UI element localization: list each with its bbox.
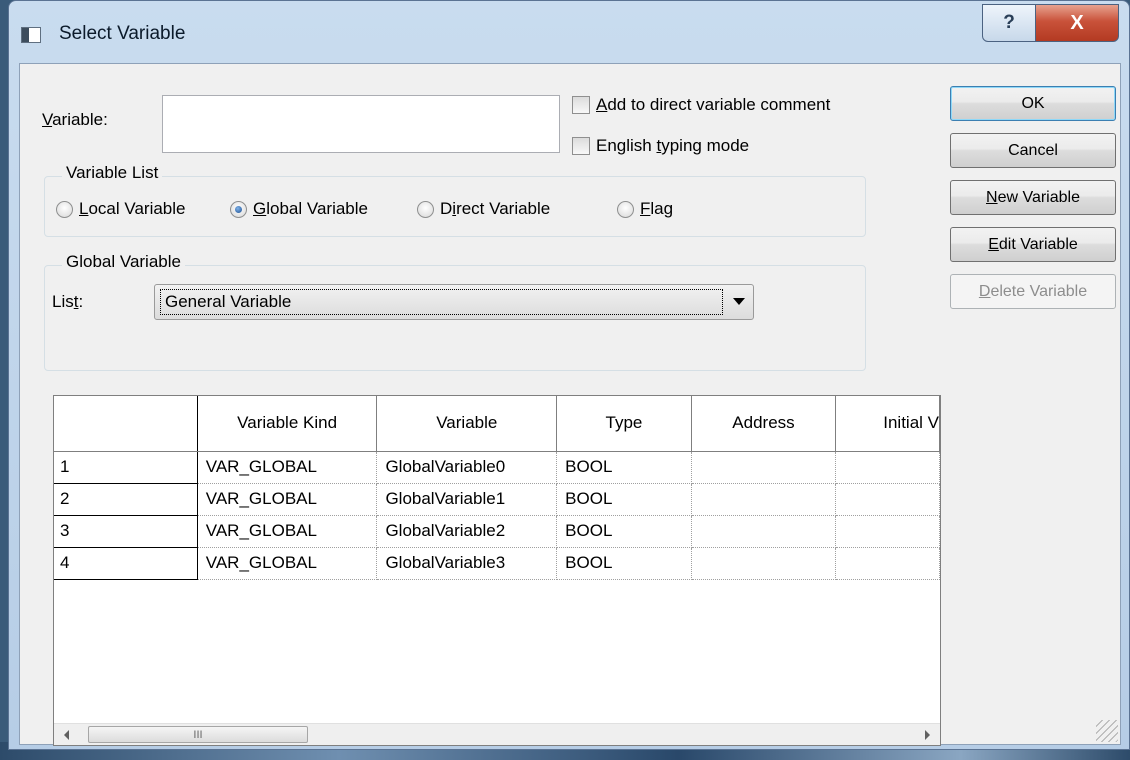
cell-initial-value[interactable] bbox=[835, 483, 940, 516]
table-header-row: Variable Kind Variable Type Address Init… bbox=[54, 396, 940, 452]
column-header-address[interactable]: Address bbox=[691, 396, 837, 452]
chevron-down-icon[interactable] bbox=[733, 298, 745, 305]
row-number[interactable]: 4 bbox=[54, 547, 198, 580]
window-title: Select Variable bbox=[59, 23, 186, 44]
cell-type[interactable]: BOOL bbox=[556, 483, 692, 516]
row-number[interactable]: 3 bbox=[54, 515, 198, 548]
variable-table: Variable Kind Variable Type Address Init… bbox=[54, 396, 940, 580]
delete-variable-button[interactable]: Delete Variable bbox=[950, 274, 1116, 309]
checkbox-label: English typing mode bbox=[596, 136, 750, 155]
table-row[interactable]: 2 VAR_GLOBAL GlobalVariable1 BOOL bbox=[54, 483, 940, 516]
table-row[interactable]: 3 VAR_GLOBAL GlobalVariable2 BOOL bbox=[54, 515, 940, 548]
scroll-thumb[interactable]: III bbox=[88, 726, 308, 743]
radio-dot[interactable] bbox=[617, 200, 634, 218]
variable-list-title: Variable List bbox=[62, 163, 163, 183]
table-row[interactable]: 1 VAR_GLOBAL GlobalVariable0 BOOL bbox=[54, 451, 940, 484]
select-variable-dialog: Select Variable ? X Variable: Add to dir… bbox=[8, 0, 1130, 750]
window-icon bbox=[21, 27, 41, 43]
corner-header[interactable] bbox=[54, 396, 198, 452]
list-label: List: bbox=[52, 292, 84, 311]
close-icon: X bbox=[1070, 11, 1084, 34]
resize-grip-icon[interactable] bbox=[1096, 720, 1118, 742]
cell-address[interactable] bbox=[691, 547, 837, 580]
variable-grid[interactable]: Variable Kind Variable Type Address Init… bbox=[53, 395, 941, 746]
scroll-left-arrow-icon[interactable] bbox=[64, 730, 69, 740]
row-number[interactable]: 2 bbox=[54, 483, 198, 516]
radio-dot[interactable] bbox=[417, 200, 434, 218]
table-row[interactable]: 4 VAR_GLOBAL GlobalVariable3 BOOL bbox=[54, 547, 940, 580]
cell-initial-value[interactable] bbox=[835, 515, 940, 548]
cell-address[interactable] bbox=[691, 483, 837, 516]
english-typing-checkbox[interactable]: English typing mode bbox=[572, 136, 749, 156]
radio-flag[interactable]: Flag bbox=[617, 199, 673, 219]
scroll-right-arrow-icon[interactable] bbox=[925, 730, 930, 740]
radio-dot-selected[interactable] bbox=[230, 200, 247, 218]
checkbox-label: Add to direct variable comment bbox=[596, 95, 831, 114]
column-header-type[interactable]: Type bbox=[556, 396, 692, 452]
radio-dot[interactable] bbox=[56, 200, 73, 218]
help-icon: ? bbox=[1003, 12, 1015, 33]
row-number[interactable]: 1 bbox=[54, 451, 198, 484]
variable-label: Variable: bbox=[42, 110, 108, 129]
dialog-body: Variable: Add to direct variable comment… bbox=[19, 63, 1121, 746]
ok-button[interactable]: OK bbox=[950, 86, 1116, 121]
title-bar[interactable]: Select Variable ? X bbox=[9, 1, 1129, 63]
edit-variable-button[interactable]: Edit Variable bbox=[950, 227, 1116, 262]
cancel-button[interactable]: Cancel bbox=[950, 133, 1116, 168]
cell-type[interactable]: BOOL bbox=[556, 515, 692, 548]
cell-variable-kind[interactable]: VAR_GLOBAL bbox=[197, 515, 378, 548]
checkbox-box[interactable] bbox=[572, 137, 590, 155]
help-button[interactable]: ? bbox=[982, 4, 1036, 42]
cell-type[interactable]: BOOL bbox=[556, 451, 692, 484]
cell-address[interactable] bbox=[691, 451, 837, 484]
list-dropdown[interactable]: General Variable bbox=[154, 284, 754, 320]
global-variable-title: Global Variable bbox=[62, 252, 185, 272]
column-header-variable[interactable]: Variable bbox=[376, 396, 558, 452]
radio-global-variable[interactable]: Global Variable bbox=[230, 199, 368, 219]
cell-variable[interactable]: GlobalVariable2 bbox=[376, 515, 558, 548]
horizontal-scrollbar[interactable]: III bbox=[54, 723, 940, 745]
variable-input[interactable] bbox=[162, 95, 560, 153]
radio-direct-variable[interactable]: Direct Variable bbox=[417, 199, 550, 219]
cell-variable[interactable]: GlobalVariable0 bbox=[376, 451, 558, 484]
add-to-comment-checkbox[interactable]: Add to direct variable comment bbox=[572, 95, 830, 115]
column-header-initial-value[interactable]: Initial V bbox=[835, 396, 940, 452]
cell-initial-value[interactable] bbox=[835, 451, 940, 484]
close-button[interactable]: X bbox=[1035, 4, 1119, 42]
column-header-variable-kind[interactable]: Variable Kind bbox=[197, 396, 378, 452]
new-variable-button[interactable]: New Variable bbox=[950, 180, 1116, 215]
cell-type[interactable]: BOOL bbox=[556, 547, 692, 580]
cell-variable-kind[interactable]: VAR_GLOBAL bbox=[197, 451, 378, 484]
cell-variable-kind[interactable]: VAR_GLOBAL bbox=[197, 483, 378, 516]
radio-local-variable[interactable]: Local Variable bbox=[56, 199, 186, 219]
cell-variable-kind[interactable]: VAR_GLOBAL bbox=[197, 547, 378, 580]
cell-address[interactable] bbox=[691, 515, 837, 548]
list-dropdown-value: General Variable bbox=[160, 289, 723, 315]
cell-variable[interactable]: GlobalVariable3 bbox=[376, 547, 558, 580]
cell-initial-value[interactable] bbox=[835, 547, 940, 580]
checkbox-box[interactable] bbox=[572, 96, 590, 114]
cell-variable[interactable]: GlobalVariable1 bbox=[376, 483, 558, 516]
